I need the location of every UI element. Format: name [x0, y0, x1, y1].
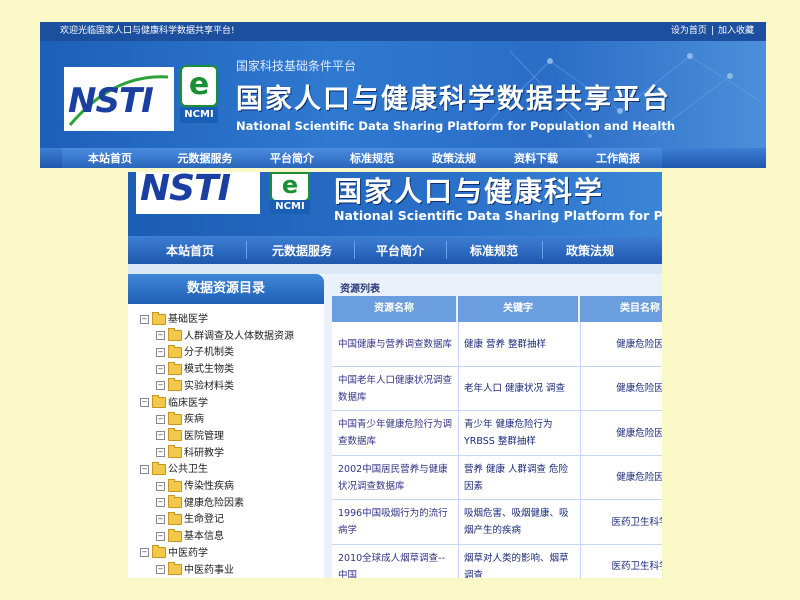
ncmi-logo: NCMI — [180, 107, 218, 123]
cell-resource-name[interactable]: 中国老年人口健康状况调查数据库 — [334, 370, 452, 407]
set-homepage-link[interactable]: 设为首页 — [669, 26, 709, 36]
nav-metadata-service[interactable]: 元数据服务 — [162, 150, 248, 166]
cell-category-text: 健康危险因 — [616, 472, 662, 484]
cell-resource-name-text: 中国青少年健康危险行为调查数据库 — [338, 419, 452, 448]
cell-keywords: 营养 健康 人群调查 危险因素 — [460, 459, 574, 496]
nav-briefing[interactable]: 工作简报 — [582, 150, 654, 166]
platform-title-en: National Scientific Data Sharing Platfor… — [236, 119, 676, 133]
cell-category: 医药卫生科学 — [580, 504, 662, 541]
bottom-page-window: NSTI e NCMI 国家人口与健康科学 National Scientifi… — [128, 172, 662, 578]
cell-keywords: 烟草对人类的影响、烟草调查 — [460, 548, 574, 578]
platform-title-cn: 国家人口与健康科学数据共享平台 — [236, 84, 671, 115]
top-links: 设为首页 | 加入收藏 — [669, 22, 756, 41]
resource-table-body: 中国健康与营养调查数据库 健康 营养 整群抽样 健康危险因 中国老年人口健康状况调查数… — [128, 172, 662, 578]
top-bar: 欢迎光临国家人口与健康科学数据共享平台! 设为首页 | 加入收藏 — [40, 22, 766, 41]
cell-category-text: 医药卫生科学 — [611, 516, 662, 528]
column-divider — [458, 322, 459, 578]
cell-keywords-text: 青少年 健康危险行为 YRBSS 整群抽样 — [464, 419, 553, 448]
cell-category-text: 健康危险因 — [616, 338, 662, 350]
site-banner: NSTI e NCMI 国家科技基础条件平台 国家人口与健康科学数据共享平台 N… — [40, 41, 766, 148]
cell-keywords: 青少年 健康危险行为 YRBSS 整群抽样 — [460, 415, 574, 452]
add-favorite-link[interactable]: 加入收藏 — [716, 26, 756, 36]
nsti-logo-text: NSTI — [68, 81, 154, 121]
cell-category-text: 医药卫生科学 — [611, 561, 662, 573]
cell-resource-name-text: 2010全球成人烟草调查--中国 — [338, 552, 446, 578]
cell-resource-name-text: 中国健康与营养调查数据库 — [338, 338, 452, 350]
column-divider — [580, 322, 581, 578]
cell-category: 医药卫生科学 — [580, 548, 662, 578]
cell-category: 健康危险因 — [580, 415, 662, 452]
cell-keywords-text: 健康 营养 整群抽样 — [464, 338, 547, 350]
cell-category: 健康危险因 — [580, 326, 662, 363]
cell-category: 健康危险因 — [580, 459, 662, 496]
cell-resource-name-text: 中国老年人口健康状况调查数据库 — [338, 374, 452, 403]
cell-keywords: 老年人口 健康状况 调查 — [460, 370, 574, 407]
cell-keywords-text: 老年人口 健康状况 调查 — [464, 383, 566, 395]
nav-standards[interactable]: 标准规范 — [336, 150, 408, 166]
e-logo-icon: e — [180, 65, 218, 107]
platform-subtitle: 国家科技基础条件平台 — [236, 59, 357, 73]
cell-keywords: 健康 营养 整群抽样 — [460, 326, 574, 363]
cell-resource-name-text: 1996中国吸烟行为的流行病学 — [338, 508, 448, 537]
cell-resource-name[interactable]: 中国健康与营养调查数据库 — [334, 326, 452, 363]
top-nav-bar: 本站首页 元数据服务 平台简介 标准规范 政策法规 资料下载 工作简报 — [40, 148, 766, 168]
cell-keywords-text: 吸烟危害、吸烟健康、吸烟产生的疾病 — [464, 508, 569, 537]
link-separator: | — [710, 26, 714, 36]
cell-resource-name-text: 2002中国居民营养与健康状况调查数据库 — [338, 463, 448, 492]
cell-category-text: 健康危险因 — [616, 427, 662, 439]
cell-resource-name[interactable]: 1996中国吸烟行为的流行病学 — [334, 504, 452, 541]
nsti-logo: NSTI — [64, 67, 174, 131]
cell-keywords: 吸烟危害、吸烟健康、吸烟产生的疾病 — [460, 504, 574, 541]
cell-resource-name[interactable]: 2010全球成人烟草调查--中国 — [334, 548, 452, 578]
cell-keywords-text: 营养 健康 人群调查 危险因素 — [464, 463, 569, 492]
top-banner-window: 欢迎光临国家人口与健康科学数据共享平台! 设为首页 | 加入收藏 NSTI e NC… — [40, 22, 766, 168]
nav-download[interactable]: 资料下载 — [500, 150, 572, 166]
cell-category-text: 健康危险因 — [616, 383, 662, 395]
nav-home[interactable]: 本站首页 — [70, 150, 150, 166]
cell-resource-name[interactable]: 中国青少年健康危险行为调查数据库 — [334, 415, 452, 452]
cell-resource-name[interactable]: 2002中国居民营养与健康状况调查数据库 — [334, 459, 452, 496]
welcome-text: 欢迎光临国家人口与健康科学数据共享平台! — [60, 26, 235, 36]
cell-category: 健康危险因 — [580, 370, 662, 407]
nav-policy[interactable]: 政策法规 — [418, 150, 490, 166]
cell-keywords-text: 烟草对人类的影响、烟草调查 — [464, 552, 569, 578]
nav-platform-intro[interactable]: 平台简介 — [256, 150, 328, 166]
